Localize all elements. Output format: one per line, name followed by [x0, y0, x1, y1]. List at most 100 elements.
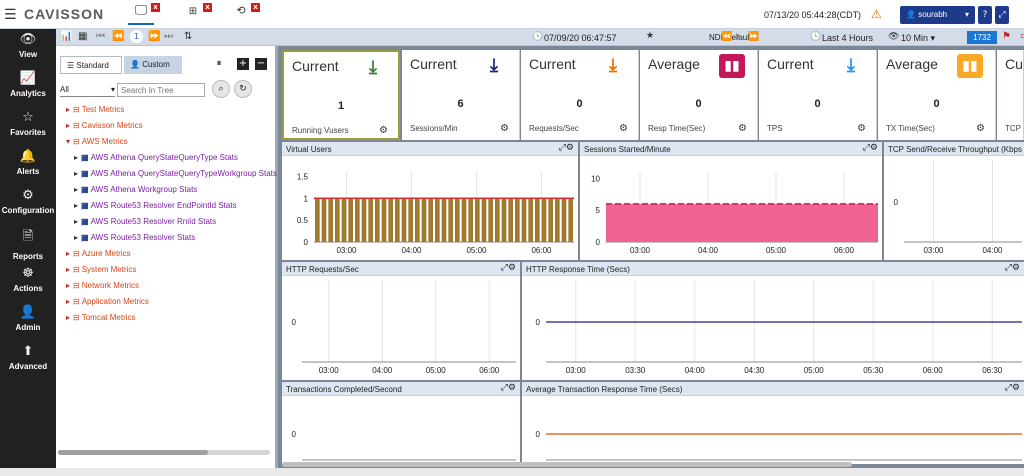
bar-chart-icon: ▮▮ [719, 54, 745, 78]
tree-item[interactable]: ▸ ▦ AWS Athena Workgroup Stats [74, 185, 197, 194]
hamburger-menu-icon[interactable]: ☰ [4, 7, 17, 23]
star-icon[interactable]: ★ [646, 31, 654, 41]
gear-icon[interactable]: ⚙ [379, 125, 388, 136]
nav-advanced[interactable]: ⬆ Advanced [0, 341, 56, 379]
tree-item[interactable]: ▸ ▦ AWS Route53 Resolver EndPointId Stats [74, 201, 237, 210]
search-tree-input[interactable] [117, 83, 205, 97]
help-button[interactable]: ? [978, 6, 992, 24]
pause-icon[interactable]: ⏸ [213, 58, 225, 70]
nav-favorites[interactable]: ☆ Favorites [0, 107, 56, 145]
panel-controls[interactable]: ⤢⚙ [863, 143, 878, 153]
bar-chart-view-icon[interactable]: 📊 [60, 31, 72, 42]
gear-icon[interactable]: ⚙ [857, 123, 866, 134]
rewind-icon[interactable]: ⏪ [721, 32, 732, 42]
nav-view[interactable]: 👁 View [0, 29, 56, 67]
list-icon: ☰ [67, 61, 75, 70]
panel-header: Transactions Completed/Second ⤢⚙ [282, 382, 520, 396]
bar [408, 198, 413, 242]
panel-controls[interactable]: ⤢⚙ [501, 263, 516, 273]
close-tab-icon[interactable]: x [203, 3, 212, 12]
pin-icon[interactable]: ⚑ [1002, 31, 1011, 42]
filter-select[interactable]: All ▾ [60, 83, 115, 97]
kpi-card[interactable]: Average ▮▮ 0 Resp Time(Sec) ⚙ [640, 50, 758, 140]
play-icon[interactable]: ▶ [736, 32, 743, 42]
tree-item[interactable]: ▸ ⊟ System Metrics [66, 265, 136, 274]
kpi-card[interactable]: Average ▮▮ 0 TX Time(Sec) ⚙ [878, 50, 996, 140]
horizontal-scrollbar[interactable] [58, 450, 270, 455]
kpi-card[interactable]: Current ⤓ 0 TPS ⚙ [759, 50, 877, 140]
alert-icon[interactable]: ⚠ [871, 7, 882, 21]
x-tick-label: 04:00 [372, 366, 393, 375]
monitor-icon[interactable]: ▭ [1020, 31, 1024, 42]
kpi-card[interactable]: Cu TCP [997, 50, 1024, 140]
tree-item[interactable]: ▸ ▦ AWS Route53 Resolver RniId Stats [74, 217, 216, 226]
first-page-icon[interactable]: ⏮ [96, 31, 105, 42]
user-menu-button[interactable]: 👤 sourabh ▾ [900, 6, 975, 24]
scrollbar-thumb[interactable] [58, 450, 208, 455]
tree-item[interactable]: ▸ ⊟ Network Metrics [66, 281, 139, 290]
sort-icon[interactable]: ⇅ [184, 31, 192, 42]
prev-page-icon[interactable]: ⏪ [112, 31, 124, 42]
tab-standard[interactable]: ☰ Standard [60, 56, 122, 74]
tree-item[interactable]: ▸ ⊟ Cavisson Metrics [66, 121, 143, 130]
tree-item[interactable]: ▸ ⊟ Test Metrics [66, 105, 124, 114]
gear-icon[interactable]: ⚙ [976, 123, 985, 134]
tree-item[interactable]: ▸ ⊟ Application Metrics [66, 297, 149, 306]
history-tab[interactable]: ⟲ x [228, 3, 260, 25]
gear-icon[interactable]: ⚙ [738, 123, 747, 134]
fast-forward-icon[interactable]: ⏩ [748, 32, 759, 42]
page-number[interactable]: 1 [130, 30, 143, 43]
tree-item[interactable]: ▸ ⊟ Tomcat Metrics [66, 313, 136, 322]
search-icon[interactable]: ⌕ [212, 80, 230, 98]
gear-icon[interactable]: ⚙ [500, 123, 509, 134]
tab-custom[interactable]: 👤 Custom [124, 56, 182, 74]
panel-controls[interactable]: ⤢⚙ [501, 383, 516, 393]
tree-item[interactable]: ▸ ▦ AWS Athena QueryStateQueryTypeWorkgrou… [74, 169, 277, 178]
bar [481, 198, 487, 242]
nav-configuration[interactable]: ⚙ Configuration [0, 185, 56, 223]
graph-tab[interactable]: ⊞ x [180, 3, 212, 25]
fullscreen-button[interactable]: ⤢ [995, 6, 1009, 24]
bar [488, 198, 493, 242]
server-datetime: 07/13/20 05:44:28(CDT) [764, 10, 862, 20]
kpi-card[interactable]: Current ⤓ 6 Sessions/Min ⚙ [402, 50, 520, 140]
caret-right-icon: ▸ [74, 185, 79, 194]
nav-actions[interactable]: ☸ Actions [0, 263, 56, 301]
caret-right-icon: ▸ [66, 297, 71, 306]
username: sourabh [918, 10, 948, 19]
panel-controls[interactable]: ⤢⚙ [1005, 383, 1020, 393]
table-view-icon[interactable]: ▦ [78, 31, 87, 42]
nav-alerts[interactable]: 🔔 Alerts [0, 146, 56, 184]
kpi-card[interactable]: Current ⤓ 1 Running Vusers ⚙ [282, 50, 400, 140]
bar [548, 198, 553, 242]
x-tick-label: 04:00 [401, 246, 422, 255]
close-tab-icon[interactable]: x [251, 3, 260, 12]
y-tick-label: 5 [596, 206, 601, 215]
tree-item[interactable]: ▸ ▦ AWS Route53 Resolver Stats [74, 233, 195, 242]
horizontal-scrollbar[interactable] [282, 462, 852, 467]
interval-select[interactable]: 10 Min ▾ [901, 33, 935, 44]
x-tick-label: 06:30 [982, 366, 1003, 375]
duration-select[interactable]: Last 4 Hours [822, 33, 873, 43]
tree-item[interactable]: ▾ ⊟ AWS Metrics [66, 137, 128, 146]
monitor-tab[interactable]: 🖵 x [128, 3, 160, 25]
user-icon: 👤 [130, 60, 140, 69]
nav-admin[interactable]: 👤 Admin [0, 302, 56, 340]
tree-item[interactable]: ▸ ▦ AWS Athena QueryStateQueryType Stats [74, 153, 238, 162]
plus-icon[interactable]: + [237, 58, 249, 70]
eye-icon: 👁 [19, 32, 37, 47]
nav-analytics[interactable]: 📈 Analytics [0, 68, 56, 106]
left-navigation: 👁 View 📈 Analytics ☆ Favorites 🔔 Alerts ⚙ Con… [0, 29, 56, 476]
gear-icon[interactable]: ⚙ [619, 123, 628, 134]
nav-reports[interactable]: 🗎 Reports [0, 224, 56, 262]
last-page-icon[interactable]: ⏭ [164, 31, 173, 42]
panel-controls[interactable]: ⤢⚙ [559, 143, 574, 153]
user-icon: 👤 [19, 305, 37, 320]
next-page-icon[interactable]: ⏩ [148, 31, 160, 42]
kpi-card[interactable]: Current ⤓ 0 Requests/Sec ⚙ [521, 50, 639, 140]
tree-item[interactable]: ▸ ⊟ Azure Metrics [66, 249, 131, 258]
panel-controls[interactable]: ⤢⚙ [1005, 263, 1020, 273]
minus-icon[interactable]: − [255, 58, 267, 70]
refresh-icon[interactable]: ↻ [234, 80, 252, 98]
close-tab-icon[interactable]: x [151, 3, 160, 12]
